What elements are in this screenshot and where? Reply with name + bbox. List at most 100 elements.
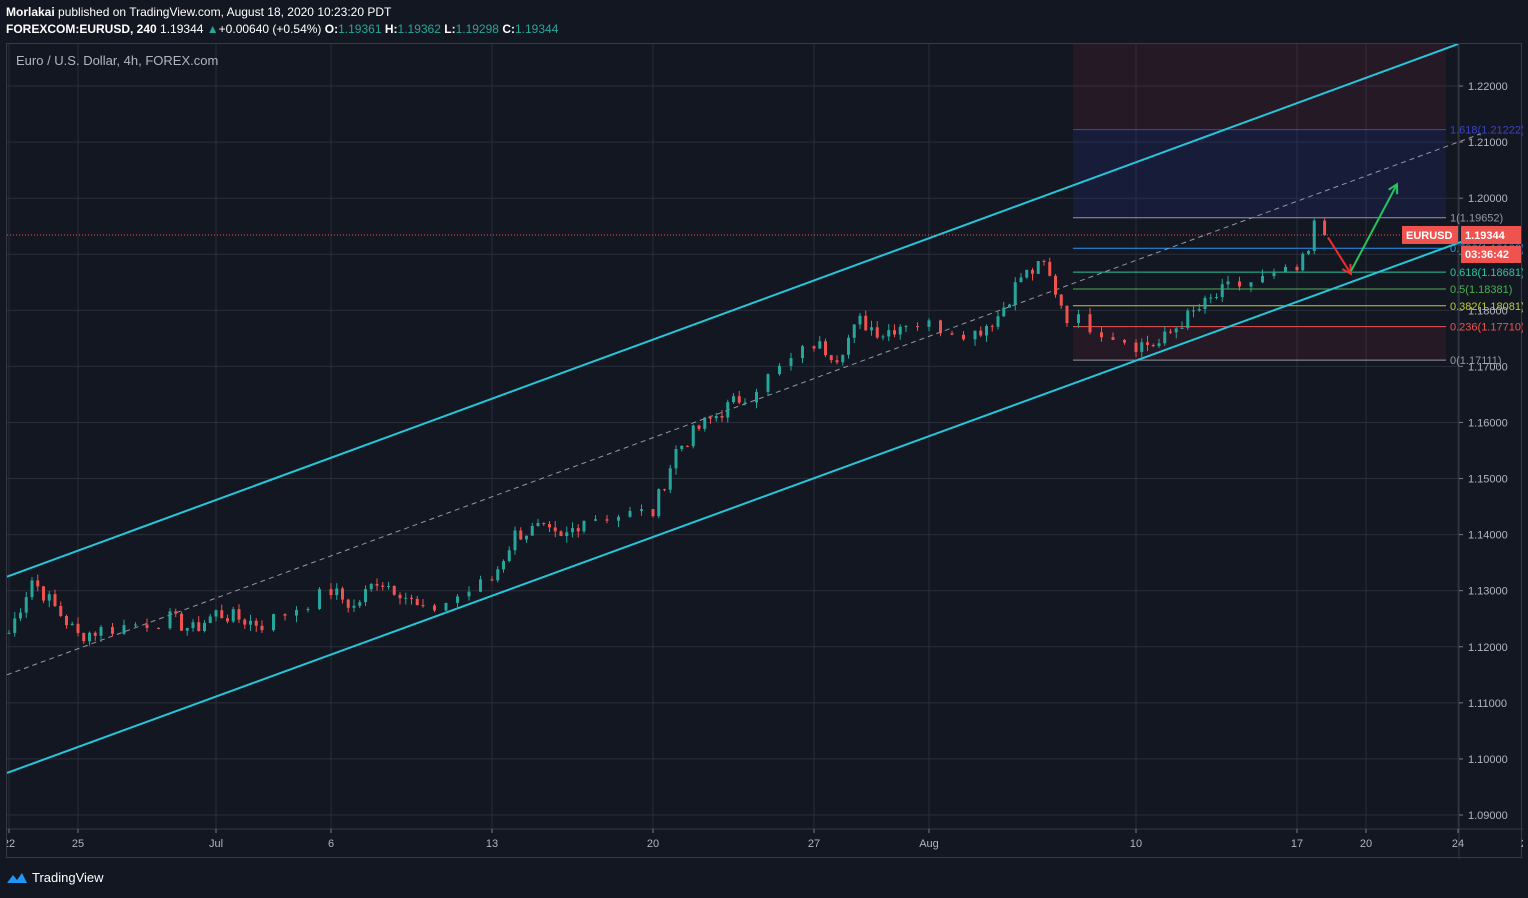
candle-body	[1249, 282, 1253, 287]
candle-body	[410, 597, 413, 599]
candle-body	[1042, 261, 1046, 263]
candle-body	[893, 330, 896, 335]
candle-body	[1295, 266, 1299, 271]
candle-body	[496, 569, 500, 581]
price-tick-label: 1.22000	[1468, 81, 1508, 93]
candle-body	[789, 358, 793, 366]
candle-body	[433, 605, 436, 611]
fib-level-label: 0.618(1.18681)	[1450, 267, 1523, 279]
candle-body	[714, 415, 718, 419]
candle-body	[157, 627, 160, 629]
candle-body	[82, 632, 86, 642]
candle-body	[392, 585, 396, 595]
candle-body	[99, 627, 103, 636]
candle-body	[1261, 276, 1264, 283]
candle-body	[1077, 314, 1080, 324]
channel-lower-line[interactable]	[7, 233, 1482, 774]
candle-body	[916, 326, 919, 328]
price-tick-label: 1.13000	[1468, 586, 1508, 598]
time-tick-label: 27	[808, 838, 820, 850]
candle-body	[1203, 297, 1207, 309]
open-label: O:	[324, 22, 339, 36]
low-label: L:	[444, 22, 456, 36]
candle-body	[145, 624, 149, 628]
candle-body	[829, 355, 833, 361]
candle-body	[1151, 344, 1155, 347]
candle-body	[1174, 328, 1178, 333]
candle-body	[732, 396, 735, 403]
candle-body	[864, 315, 868, 331]
candle-body	[1048, 261, 1052, 276]
candle-body	[214, 610, 218, 617]
candle-body	[346, 599, 350, 608]
candle-body	[1065, 305, 1069, 324]
candle-body	[1163, 331, 1167, 344]
candle-body	[548, 523, 551, 528]
candle-body	[318, 589, 321, 609]
candle-body	[513, 530, 517, 551]
down-arrow-icon[interactable]	[1327, 236, 1352, 275]
time-tick-label: 17	[1291, 838, 1303, 850]
candle-body	[329, 589, 333, 596]
brand-name[interactable]: TradingView	[32, 870, 104, 885]
channel-mid-line[interactable]	[7, 133, 1482, 676]
candle-body	[1123, 339, 1126, 343]
candle-body	[697, 425, 701, 429]
candle-body	[1312, 220, 1316, 251]
price-chart[interactable]: 1.618(1.21222)1(1.19652)0.786(1.19108)0.…	[7, 44, 1523, 859]
candle-body	[835, 360, 839, 363]
candle-body	[1238, 281, 1241, 287]
time-axis[interactable]: 22 25 Jul 6 13 20 27 Aug 10 17 20 24 27	[7, 829, 1523, 850]
open-value: 1.19361	[338, 22, 382, 36]
candle-body	[456, 596, 459, 603]
candle-body	[226, 618, 229, 622]
time-tick-label: Aug	[919, 838, 939, 850]
candle-body	[185, 628, 189, 631]
candle-body	[122, 625, 126, 634]
candle-body	[1088, 314, 1092, 333]
time-tick-label: 20	[647, 838, 659, 850]
chart-area[interactable]: 1.618(1.21222)1(1.19652)0.786(1.19108)0.…	[6, 43, 1523, 859]
chart-title: Euro / U.S. Dollar, 4h, FOREX.com	[16, 53, 218, 68]
candle-body	[1013, 282, 1017, 305]
candle-body	[1036, 261, 1040, 274]
candle-body	[1209, 297, 1213, 299]
time-tick-label: Jul	[209, 838, 223, 850]
candle-body	[605, 519, 609, 521]
candle-body	[479, 579, 482, 592]
candle-body	[657, 489, 661, 517]
candle-body	[13, 618, 17, 633]
price-tick-label: 1.14000	[1468, 530, 1508, 542]
candle-body	[168, 611, 172, 629]
candle-body	[1157, 343, 1161, 347]
price-tick-label: 1.10000	[1468, 754, 1508, 766]
time-tick-label: 20	[1360, 838, 1372, 850]
publish-info: Morlakai published on TradingView.com, A…	[6, 5, 391, 19]
candle-body	[295, 610, 298, 616]
candle-body	[88, 632, 91, 642]
candle-body	[525, 535, 528, 540]
author-name[interactable]: Morlakai	[6, 5, 55, 19]
candle-body	[24, 597, 28, 613]
candle-body	[415, 598, 419, 606]
candle-body	[59, 606, 63, 617]
candle-body	[335, 588, 339, 596]
candle-body	[553, 527, 557, 532]
candle-body	[996, 316, 1000, 327]
candle-body	[1140, 342, 1144, 352]
symbol-label[interactable]: FOREXCOM:EURUSD, 240	[6, 22, 157, 36]
candle-body	[1323, 220, 1327, 236]
candle-body	[542, 522, 546, 524]
time-tick-label: 24	[1452, 838, 1464, 850]
candle-body	[1180, 327, 1184, 329]
tradingview-logo-icon[interactable]	[6, 871, 28, 885]
candle-body	[369, 583, 373, 590]
candle-body	[231, 609, 235, 622]
candle-body	[1307, 250, 1310, 254]
symbol-tag-label: EURUSD	[1406, 230, 1453, 242]
price-axis[interactable]: 1.220001.210001.200001.190001.180001.170…	[1459, 81, 1508, 822]
candle-body	[134, 624, 137, 626]
candle-body	[927, 320, 931, 327]
candle-body	[755, 391, 758, 403]
candle-body	[203, 622, 206, 631]
